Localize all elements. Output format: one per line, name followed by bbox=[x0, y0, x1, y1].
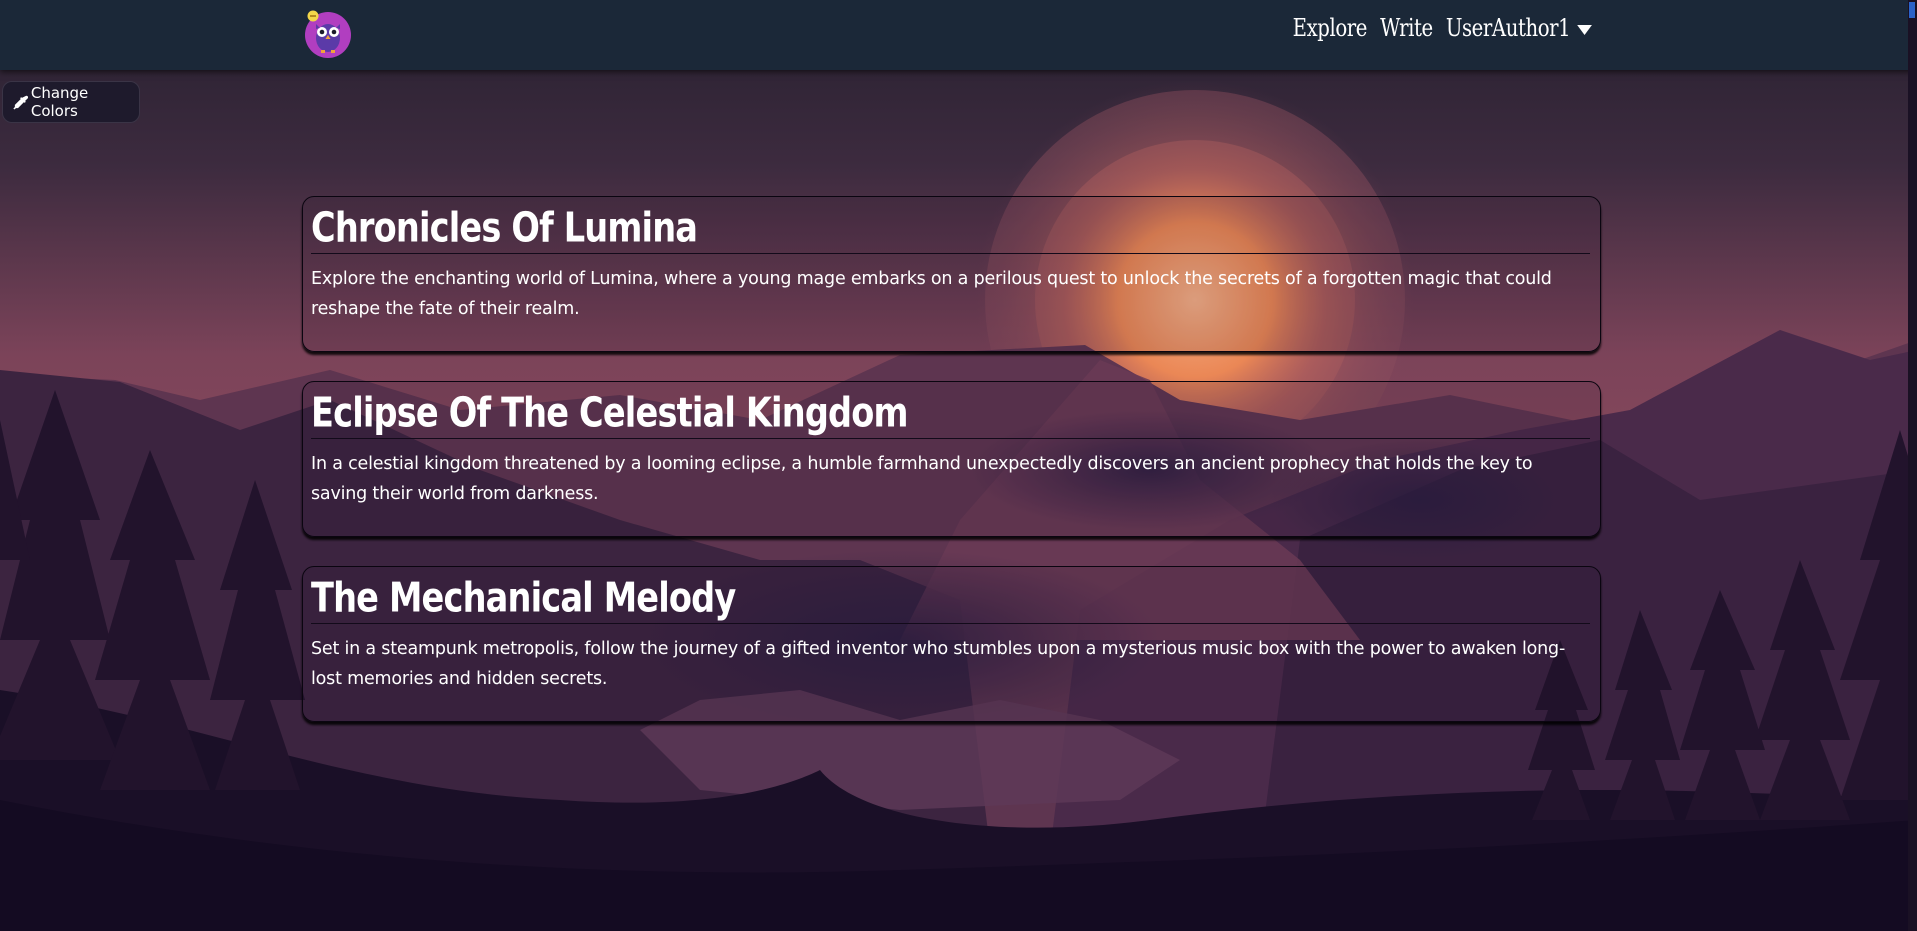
page-scrollbar[interactable] bbox=[1908, 0, 1917, 931]
story-card[interactable]: Eclipse Of The Celestial Kingdom In a ce… bbox=[302, 381, 1601, 537]
change-colors-label: Change Colors bbox=[30, 84, 89, 120]
eyedropper-icon bbox=[13, 95, 28, 110]
nav-explore-link[interactable]: Explore bbox=[1293, 14, 1368, 42]
story-list: Chronicles Of Lumina Explore the enchant… bbox=[302, 196, 1601, 751]
divider bbox=[311, 253, 1590, 254]
caret-down-icon bbox=[1577, 24, 1592, 35]
story-title[interactable]: Chronicles Of Lumina bbox=[311, 205, 1385, 252]
divider bbox=[311, 438, 1590, 439]
owl-logo-icon[interactable] bbox=[303, 8, 353, 58]
user-menu-dropdown[interactable]: UserAuthor1 bbox=[1446, 14, 1592, 42]
nav-links: Explore Write UserAuthor1 bbox=[1293, 14, 1592, 42]
story-description: In a celestial kingdom threatened by a l… bbox=[311, 454, 1533, 504]
story-card[interactable]: Chronicles Of Lumina Explore the enchant… bbox=[302, 196, 1601, 352]
nav-write-link[interactable]: Write bbox=[1381, 14, 1434, 42]
story-title[interactable]: Eclipse Of The Celestial Kingdom bbox=[311, 390, 1385, 437]
user-menu-label: UserAuthor1 bbox=[1446, 14, 1571, 42]
story-description: Set in a steampunk metropolis, follow th… bbox=[311, 639, 1566, 689]
scrollbar-thumb[interactable] bbox=[1909, 2, 1915, 18]
story-title[interactable]: The Mechanical Melody bbox=[311, 575, 1385, 622]
story-card[interactable]: The Mechanical Melody Set in a steampunk… bbox=[302, 566, 1601, 722]
divider bbox=[311, 623, 1590, 624]
top-navbar: Explore Write UserAuthor1 bbox=[0, 0, 1917, 70]
change-colors-button[interactable]: Change Colors bbox=[2, 81, 140, 123]
story-description: Explore the enchanting world of Lumina, … bbox=[311, 269, 1552, 319]
